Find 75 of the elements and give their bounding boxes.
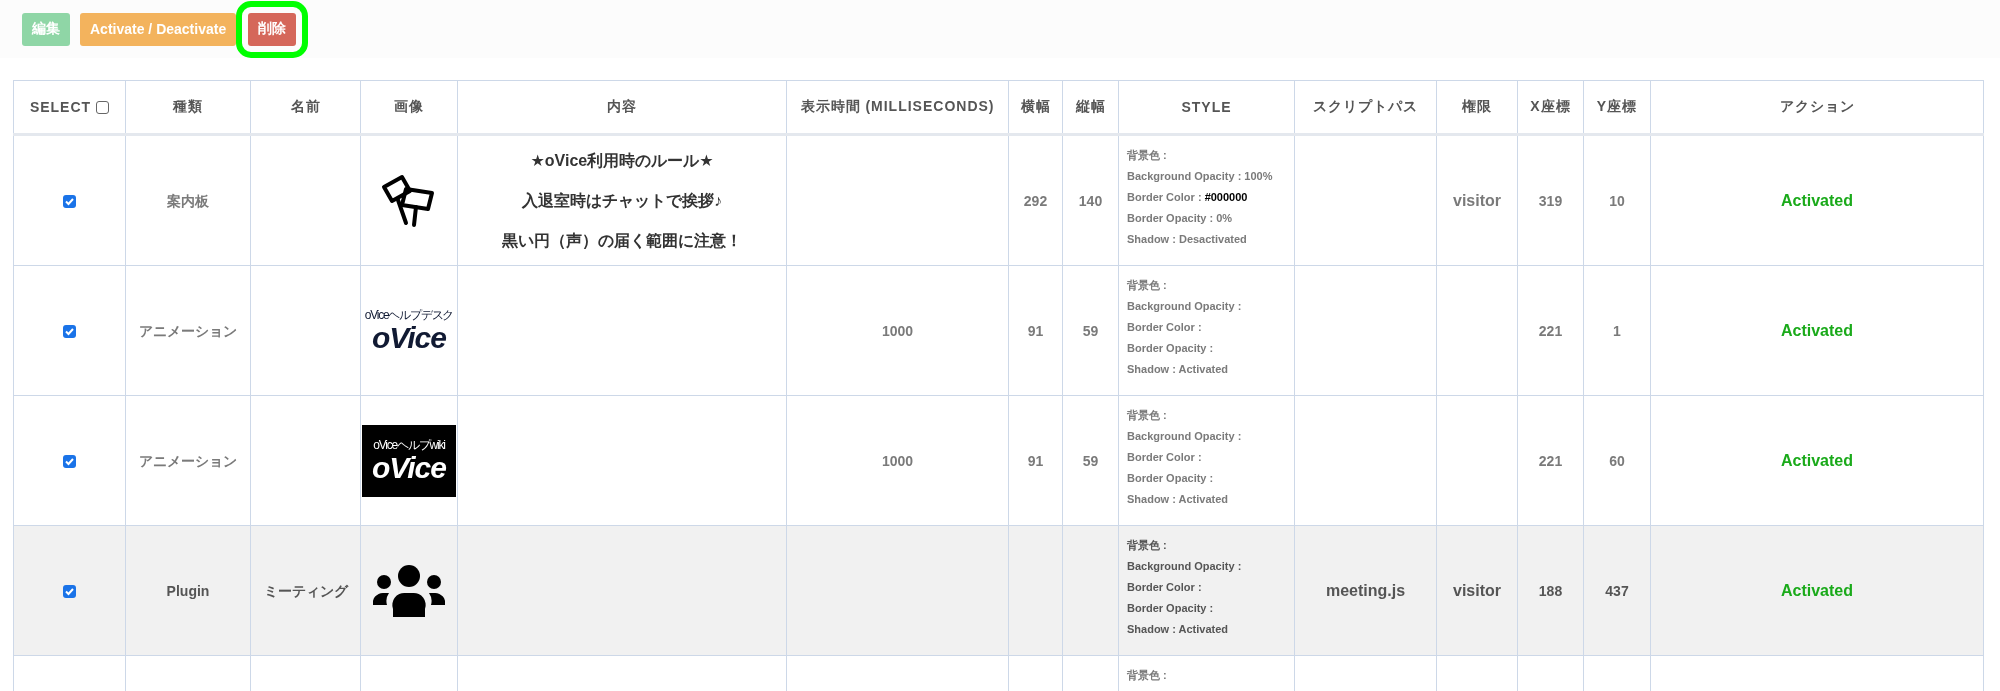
x-coordinate-cell: 188 xyxy=(1538,583,1563,600)
action-status[interactable]: Activated xyxy=(1781,582,1853,600)
style-line: Border Opacity : 0% xyxy=(1127,211,1234,226)
action-status[interactable]: Activated xyxy=(1781,192,1853,210)
style-line: Shadow : Activated xyxy=(1127,492,1230,507)
width-cell: 91 xyxy=(1027,323,1044,340)
y-coordinate-cell: 437 xyxy=(1605,583,1629,600)
column-header: 画像 xyxy=(394,98,424,114)
people-group-icon xyxy=(373,564,445,617)
column-header: 横幅 xyxy=(1020,98,1051,114)
style-line: Background Opacity : xyxy=(1127,299,1243,314)
checkbox[interactable] xyxy=(63,585,76,599)
style-line: Background Opacity : xyxy=(1127,559,1243,574)
style-line: Border Color : xyxy=(1127,450,1203,465)
style-line: 背景色 : xyxy=(1127,278,1168,293)
x-coordinate-cell: 319 xyxy=(1538,193,1563,210)
column-header: X座標 xyxy=(1530,98,1571,114)
y-coordinate-cell: 10 xyxy=(1609,193,1625,210)
column-header: 表示時間 (MILLISECONDS) xyxy=(800,98,995,114)
duration-cell: 1000 xyxy=(881,453,914,470)
style-line: Border Color : #000000 xyxy=(1127,190,1249,205)
style-line: 背景色 : xyxy=(1127,148,1168,163)
height-cell: 59 xyxy=(1082,323,1099,340)
content-line: 入退室時はチャットで挨拶♪ xyxy=(521,190,723,211)
column-header: 内容 xyxy=(607,98,637,114)
name-cell: ミーティング xyxy=(263,583,348,600)
column-header: 権限 xyxy=(1462,98,1492,114)
type-cell: Plugin xyxy=(166,583,210,600)
column-header: 種類 xyxy=(173,98,203,114)
column-header: 縦幅 xyxy=(1075,98,1106,114)
type-cell: 案内板 xyxy=(167,193,209,210)
x-coordinate-cell: 221 xyxy=(1538,453,1563,470)
toggle-button[interactable]: Activate / Deactivate xyxy=(80,12,237,46)
style-line: Shadow : Activated xyxy=(1127,362,1230,377)
content-line: ★oVice利用時のルール★ xyxy=(529,150,715,171)
style-line: Shadow : Activated xyxy=(1127,622,1230,637)
action-status[interactable]: Activated xyxy=(1781,452,1853,470)
style-line: Background Opacity : xyxy=(1127,429,1243,444)
content-line: 黒い円（声）の届く範囲に注意！ xyxy=(501,230,743,251)
type-cell: アニメーション xyxy=(139,323,237,340)
column-header: SELECT xyxy=(29,99,92,115)
y-coordinate-cell: 1 xyxy=(1613,323,1621,340)
permission-cell: visitor xyxy=(1453,582,1501,600)
column-header: スクリプトパス xyxy=(1313,98,1418,114)
x-coordinate-cell: 221 xyxy=(1538,323,1563,340)
column-header: STYLE xyxy=(1181,99,1232,115)
type-cell: アニメーション xyxy=(139,453,237,470)
style-line: 背景色 : xyxy=(1127,538,1168,553)
height-cell: 140 xyxy=(1078,193,1103,210)
style-line: 背景色 : xyxy=(1127,668,1168,683)
width-cell: 292 xyxy=(1023,193,1048,210)
action-status[interactable]: Activated xyxy=(1781,322,1853,340)
y-coordinate-cell: 60 xyxy=(1609,453,1625,470)
edit-button[interactable]: 編集 xyxy=(22,12,70,46)
checkbox[interactable] xyxy=(63,325,76,339)
checkbox[interactable] xyxy=(63,455,76,469)
style-line: Border Color : xyxy=(1127,580,1203,595)
duration-cell: 1000 xyxy=(881,323,914,340)
column-header: 名前 xyxy=(290,98,321,114)
style-line: 背景色 : xyxy=(1127,408,1168,423)
height-cell: 59 xyxy=(1082,453,1099,470)
logo-image: oViceヘルプwiki oVice xyxy=(362,424,456,497)
column-header: アクション xyxy=(1779,98,1855,114)
column-header: Y座標 xyxy=(1596,98,1638,114)
style-line: Border Opacity : xyxy=(1127,471,1215,486)
style-line: Shadow : Desactivated xyxy=(1127,232,1248,247)
width-cell: 91 xyxy=(1027,453,1044,470)
script-path-cell: meeting.js xyxy=(1325,582,1406,600)
style-line: Background Opacity : 100% xyxy=(1127,169,1274,184)
style-line: Border Opacity : xyxy=(1127,601,1215,616)
style-line: Border Opacity : xyxy=(1127,341,1215,356)
checkbox[interactable] xyxy=(63,195,76,209)
checkbox[interactable] xyxy=(96,100,110,114)
permission-cell: visitor xyxy=(1453,192,1501,210)
style-line: Border Color : xyxy=(1127,320,1203,335)
